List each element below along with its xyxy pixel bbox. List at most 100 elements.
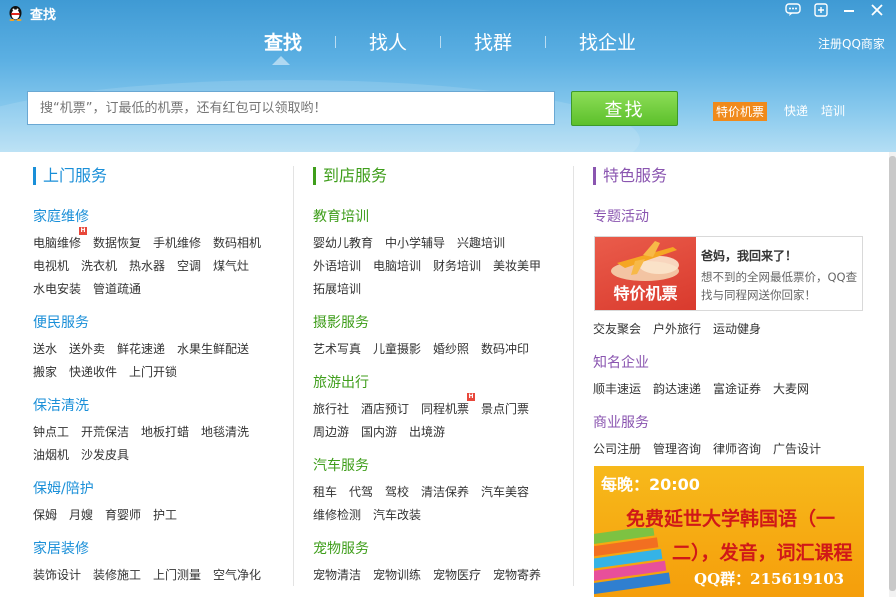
service-link[interactable]: 护工 bbox=[153, 506, 177, 523]
service-link[interactable]: 数码冲印 bbox=[481, 340, 529, 357]
service-link[interactable]: 外语培训 bbox=[313, 257, 361, 274]
section-title-renovation[interactable]: 家居装修 bbox=[33, 538, 89, 558]
service-link[interactable]: 律师咨询 bbox=[713, 440, 761, 457]
service-link[interactable]: 电脑维修 bbox=[33, 234, 81, 251]
service-link[interactable]: 煤气灶 bbox=[213, 257, 249, 274]
service-link[interactable]: 数据恢复 bbox=[93, 234, 141, 251]
service-link[interactable]: 富途证券 bbox=[713, 380, 761, 397]
service-link[interactable]: 代驾 bbox=[349, 483, 373, 500]
tab-find-groups[interactable]: 找群 bbox=[474, 28, 512, 55]
service-link[interactable]: 送水 bbox=[33, 340, 57, 357]
service-link[interactable]: 空调 bbox=[177, 257, 201, 274]
service-link[interactable]: 月嫂 bbox=[69, 506, 93, 523]
service-link[interactable]: 国内游 bbox=[361, 423, 397, 440]
service-link[interactable]: 上门开锁 bbox=[129, 363, 177, 380]
service-link[interactable]: 拓展培训 bbox=[313, 280, 361, 297]
hot-tag-training[interactable]: 培训 bbox=[821, 102, 845, 119]
section-title-pets[interactable]: 宠物服务 bbox=[313, 538, 369, 558]
service-link[interactable]: 宠物训练 bbox=[373, 566, 421, 583]
service-link[interactable]: 管道疏通 bbox=[93, 280, 141, 297]
section-title-auto[interactable]: 汽车服务 bbox=[313, 455, 369, 475]
service-link[interactable]: 中小学辅导 bbox=[385, 234, 445, 251]
tab-find-business[interactable]: 找企业 bbox=[579, 28, 636, 55]
section-title-home-repair[interactable]: 家庭维修 bbox=[33, 206, 89, 226]
service-link[interactable]: 同程机票 bbox=[421, 400, 469, 417]
search-button[interactable]: 查找 bbox=[571, 91, 678, 126]
service-link[interactable]: 周边游 bbox=[313, 423, 349, 440]
service-link[interactable]: 兴趣培训 bbox=[457, 234, 505, 251]
service-link[interactable]: 交友聚会 bbox=[593, 320, 641, 337]
service-link[interactable]: 地毯清洗 bbox=[201, 423, 249, 440]
pin-icon[interactable] bbox=[810, 1, 832, 19]
service-link[interactable]: 运动健身 bbox=[713, 320, 761, 337]
service-link[interactable]: 装饰设计 bbox=[33, 566, 81, 583]
tab-find-people[interactable]: 找人 bbox=[369, 28, 407, 55]
service-link[interactable]: 美妆美甲 bbox=[493, 257, 541, 274]
service-link[interactable]: 财务培训 bbox=[433, 257, 481, 274]
service-link[interactable]: 水果生鲜配送 bbox=[177, 340, 249, 357]
service-link[interactable]: 清洁保养 bbox=[421, 483, 469, 500]
service-link[interactable]: 景点门票 bbox=[481, 400, 529, 417]
section-title-special-events[interactable]: 专题活动 bbox=[593, 206, 649, 226]
service-link[interactable]: 宠物清洁 bbox=[313, 566, 361, 583]
service-link[interactable]: 婴幼儿教育 bbox=[313, 234, 373, 251]
service-link[interactable]: 热水器 bbox=[129, 257, 165, 274]
service-link[interactable]: 管理咨询 bbox=[653, 440, 701, 457]
service-link[interactable]: 汽车美容 bbox=[481, 483, 529, 500]
service-link[interactable]: 广告设计 bbox=[773, 440, 821, 457]
service-link[interactable]: 酒店预订 bbox=[361, 400, 409, 417]
service-link[interactable]: 沙发皮具 bbox=[81, 446, 129, 463]
chat-bubble-icon[interactable] bbox=[782, 1, 804, 19]
service-link[interactable]: 水电安装 bbox=[33, 280, 81, 297]
service-link[interactable]: 开荒保洁 bbox=[81, 423, 129, 440]
service-link[interactable]: 地板打蜡 bbox=[141, 423, 189, 440]
service-link[interactable]: 油烟机 bbox=[33, 446, 69, 463]
service-link[interactable]: 数码相机 bbox=[213, 234, 261, 251]
service-link[interactable]: 驾校 bbox=[385, 483, 409, 500]
section-title-cleaning[interactable]: 保洁清洗 bbox=[33, 395, 89, 415]
hot-tag-cheap-flights[interactable]: 特价机票 bbox=[713, 102, 768, 121]
section-title-nanny[interactable]: 保姆/陪护 bbox=[33, 478, 94, 498]
vertical-scrollbar[interactable] bbox=[889, 152, 896, 597]
service-link[interactable]: 电脑培训 bbox=[373, 257, 421, 274]
service-link[interactable]: 宠物寄养 bbox=[493, 566, 541, 583]
service-link[interactable]: 旅行社 bbox=[313, 400, 349, 417]
service-link[interactable]: 韵达速递 bbox=[653, 380, 701, 397]
service-link[interactable]: 装修施工 bbox=[93, 566, 141, 583]
korean-course-banner[interactable]: 每晚：20:00 免费延世大学韩国语（一 二），发音，词汇课程 QQ群：2156… bbox=[594, 466, 864, 597]
scrollbar-thumb[interactable] bbox=[889, 156, 896, 591]
promo-cheap-flights-card[interactable]: 特价机票 爸妈，我回来了！ 想不到的全网最低票价，QQ查找与同程网送你回家！ bbox=[594, 236, 863, 311]
service-link[interactable]: 钟点工 bbox=[33, 423, 69, 440]
service-link[interactable]: 汽车改装 bbox=[373, 506, 421, 523]
service-link[interactable]: 儿童摄影 bbox=[373, 340, 421, 357]
service-link[interactable]: 送外卖 bbox=[69, 340, 105, 357]
hot-tag-express[interactable]: 快递 bbox=[784, 102, 808, 119]
service-link[interactable]: 搬家 bbox=[33, 363, 57, 380]
service-link[interactable]: 公司注册 bbox=[593, 440, 641, 457]
service-link[interactable]: 宠物医疗 bbox=[433, 566, 481, 583]
minimize-icon[interactable] bbox=[838, 1, 860, 19]
service-link[interactable]: 快递收件 bbox=[69, 363, 117, 380]
service-link[interactable]: 户外旅行 bbox=[653, 320, 701, 337]
service-link[interactable]: 艺术写真 bbox=[313, 340, 361, 357]
section-title-convenience[interactable]: 便民服务 bbox=[33, 312, 89, 332]
section-title-business-services[interactable]: 商业服务 bbox=[593, 412, 649, 432]
service-link[interactable]: 空气净化 bbox=[213, 566, 261, 583]
service-link[interactable]: 电视机 bbox=[33, 257, 69, 274]
section-title-travel[interactable]: 旅游出行 bbox=[313, 372, 369, 392]
service-link[interactable]: 鲜花速递 bbox=[117, 340, 165, 357]
service-link[interactable]: 手机维修 bbox=[153, 234, 201, 251]
service-link[interactable]: 大麦网 bbox=[773, 380, 809, 397]
section-title-photography[interactable]: 摄影服务 bbox=[313, 312, 369, 332]
register-merchant-link[interactable]: 注册QQ商家 bbox=[818, 35, 885, 52]
service-link[interactable]: 洗衣机 bbox=[81, 257, 117, 274]
service-link[interactable]: 保姆 bbox=[33, 506, 57, 523]
service-link[interactable]: 上门测量 bbox=[153, 566, 201, 583]
section-title-famous-companies[interactable]: 知名企业 bbox=[593, 352, 649, 372]
search-input[interactable] bbox=[27, 91, 555, 125]
close-icon[interactable] bbox=[866, 1, 888, 19]
section-title-education[interactable]: 教育培训 bbox=[313, 206, 369, 226]
service-link[interactable]: 租车 bbox=[313, 483, 337, 500]
service-link[interactable]: 育婴师 bbox=[105, 506, 141, 523]
service-link[interactable]: 维修检测 bbox=[313, 506, 361, 523]
